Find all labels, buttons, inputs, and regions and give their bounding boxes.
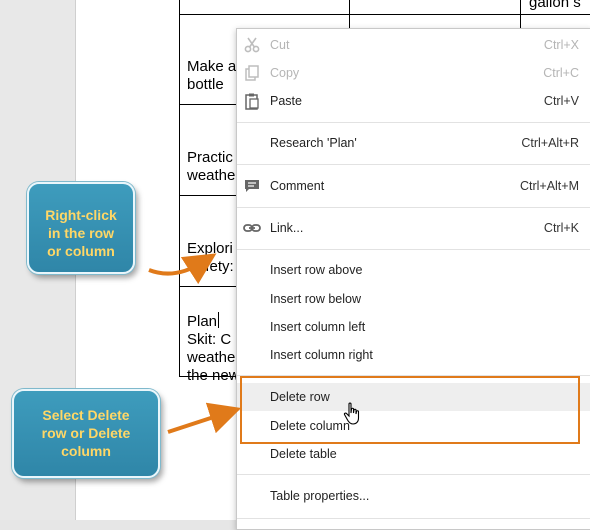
menu-item-cut[interactable]: Cut Ctrl+X <box>237 31 590 59</box>
menu-item-link[interactable]: Link... Ctrl+K <box>237 214 590 242</box>
scissors-icon <box>244 37 260 53</box>
table-border <box>349 0 350 28</box>
paste-icon <box>245 93 259 110</box>
menu-separator <box>237 518 590 519</box>
menu-item-insert-row-above[interactable]: Insert row above <box>237 256 590 284</box>
menu-item-table-properties[interactable]: Table properties... <box>237 482 590 510</box>
menu-separator <box>237 474 590 475</box>
link-icon <box>243 224 261 232</box>
menu-item-research[interactable]: Research 'Plan' Ctrl+Alt+R <box>237 129 590 157</box>
table-border <box>179 14 590 15</box>
menu-separator <box>237 207 590 208</box>
menu-item-insert-column-right[interactable]: Insert column right <box>237 341 590 369</box>
copy-icon <box>245 65 259 81</box>
callout-right-click: Right-click in the row or column <box>27 182 135 274</box>
callout-select-delete: Select Delete row or Delete column <box>12 389 160 478</box>
menu-item-paste[interactable]: Paste Ctrl+V <box>237 87 590 115</box>
menu-item-insert-row-below[interactable]: Insert row below <box>237 285 590 313</box>
menu-separator <box>237 122 590 123</box>
context-menu: Cut Ctrl+X Copy Ctrl+C Paste Ctrl+V Rese… <box>236 28 590 530</box>
table-border <box>520 0 521 28</box>
table-cell[interactable]: gallon s <box>529 0 581 12</box>
comment-icon <box>245 180 259 192</box>
highlight-box <box>240 376 580 444</box>
menu-item-delete-table[interactable]: Delete table <box>237 440 590 468</box>
table-cell[interactable]: Skit: Cweathe the new <box>187 295 240 421</box>
menu-item-copy[interactable]: Copy Ctrl+C <box>237 59 590 87</box>
menu-item-comment[interactable]: Comment Ctrl+Alt+M <box>237 172 590 200</box>
menu-separator <box>237 164 590 165</box>
menu-separator <box>237 249 590 250</box>
menu-item-insert-column-left[interactable]: Insert column left <box>237 313 590 341</box>
table-border <box>179 0 180 377</box>
hand-cursor-icon <box>343 402 360 425</box>
